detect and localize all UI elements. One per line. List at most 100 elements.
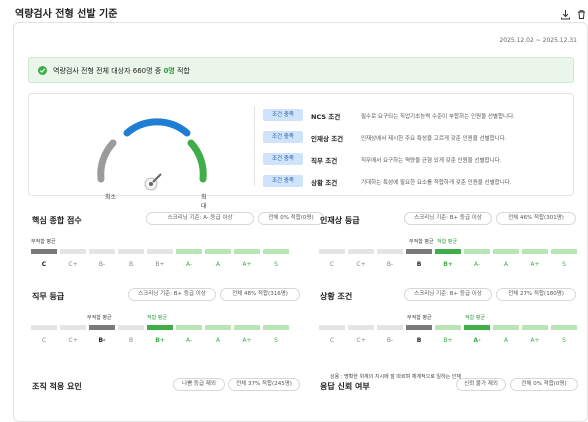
conditions-panel: 최소 최대 조건 충족 NCS 조건 필수로 요구되는 직업기초능력 수준이 부… [28, 93, 574, 210]
grade-segment-B- [89, 325, 115, 330]
grade-label: S [562, 261, 566, 268]
result-banner: 역량검사 전형 전체 대상자 660명 중 0명 적합 [28, 57, 574, 83]
screening-pill[interactable]: 신뢰 불가 제외 [456, 378, 506, 391]
fit-ratio-pill[interactable]: 전체 0% 적합(0명) [258, 212, 324, 225]
section-org-fit: 조직 적응 요인 나쁨 등급 제외 전체 37% 적합(245명) [28, 378, 300, 401]
page-title: 역량검사 전형 선발 기준 [15, 9, 118, 20]
avg-annotation: 부적합 평균 [87, 315, 112, 321]
grade-segment-A+ [522, 325, 548, 330]
grade-label: C+ [356, 261, 366, 268]
grade-segment-A [205, 325, 231, 330]
grade-segment-B [406, 325, 432, 330]
grade-label: B+ [443, 337, 453, 344]
avg-annotation: 부적합 평균 [407, 315, 432, 321]
gauge-max-label: 최대 [201, 194, 207, 210]
grade-segment-C [31, 249, 57, 254]
grade-label: C [41, 337, 47, 344]
grade-label: B+ [443, 261, 453, 268]
section-title: 조직 적응 요인 [32, 382, 82, 391]
grade-segment-A- [176, 249, 202, 254]
grade-label: A+ [530, 261, 540, 268]
trash-icon[interactable] [576, 5, 588, 19]
screening-pill[interactable]: 스크리닝 기준: B+ 등급 이상 [404, 288, 492, 301]
grade-label: C+ [68, 261, 78, 268]
grade-label: C [329, 261, 335, 268]
grade-segment-C [31, 325, 57, 330]
grade-segment-B [118, 249, 144, 254]
grade-label: B- [98, 337, 106, 344]
section-situation: 상황 조건 스크리닝 기준: B+ 등급 이상 전체 27% 적합(180명) … [316, 288, 588, 363]
grade-label: A- [185, 337, 193, 344]
screening-pill[interactable]: 스크리닝 기준: B+ 등급 이상 [404, 212, 492, 225]
grade-label: A- [473, 337, 481, 344]
grade-segment-B [118, 325, 144, 330]
grade-segment-B+ [435, 325, 461, 330]
section-title: 인재상 등급 [320, 216, 360, 225]
section-title: 응답 신뢰 여부 [320, 382, 370, 391]
grade-label: A [215, 261, 221, 268]
grade-label: C [41, 261, 47, 268]
fit-ratio-pill[interactable]: 전체 37% 적합(245명) [228, 378, 300, 391]
grade-label: B [128, 337, 134, 344]
screening-pill[interactable]: 나쁨 등급 제외 [173, 378, 225, 391]
download-icon[interactable] [560, 5, 572, 20]
grade-segment-A [493, 249, 519, 254]
condition-name: NCS 조건 [311, 113, 341, 121]
fit-count: 0명 [163, 67, 175, 75]
grade-label: B [128, 261, 134, 268]
grade-label: A [215, 337, 221, 344]
grade-label: A- [185, 261, 193, 268]
banner-text: 역량검사 전형 전체 대상자 660명 중 0명 적합 [53, 67, 190, 75]
grade-segment-A- [176, 325, 202, 330]
section-title: 핵심 종합 점수 [32, 216, 82, 225]
grade-segment-B- [377, 249, 403, 254]
grade-label: B- [386, 337, 394, 344]
grade-label: A+ [530, 337, 540, 344]
section-job-grade: 직무 등급 스크리닝 기준: B+ 등급 이상 전체 48% 적합(316명) … [28, 288, 300, 363]
grade-label: B [416, 261, 422, 268]
condition-desc: 직무에서 요구하는 역량을 균형 있게 갖춘 인원을 선별합니다. [361, 157, 502, 164]
gauge-min-label: 최소 [105, 194, 117, 201]
condition-name: 직무 조건 [311, 157, 338, 165]
screening-pill[interactable]: 스크리닝 기준: B+ 등급 이상 [128, 288, 216, 301]
fit-avg-annotation: 적합 평균 [465, 315, 485, 321]
grade-label: B- [386, 261, 394, 268]
grade-segment-B+ [435, 249, 461, 254]
section-talent-grade: 인재상 등급 스크리닝 기준: B+ 등급 이상 전체 46% 적합(301명)… [316, 212, 588, 287]
grade-label: S [562, 337, 566, 344]
grade-label: S [274, 261, 278, 268]
grade-segment-S [263, 325, 289, 330]
fit-ratio-pill[interactable]: 전체 0% 적합(0명) [510, 378, 578, 391]
grade-segment-A+ [234, 249, 260, 254]
section-core-score: 핵심 종합 점수 스크리닝 기준: A- 등급 이상 전체 0% 적합(0명) … [28, 212, 324, 287]
grade-segment-A+ [522, 249, 548, 254]
fit-ratio-pill[interactable]: 전체 46% 적합(301명) [496, 212, 576, 225]
grade-segment-B [406, 249, 432, 254]
grade-segment-A- [464, 325, 490, 330]
situation-note: 상용 : 명확한 위계의 지시에 잘 따르며 체계적으로 일하는 인재 [330, 374, 461, 380]
condition-desc: 인재상에서 제시한 주요 특성을 고르게 갖춘 인원을 선별합니다. [361, 135, 507, 142]
grade-segment-C+ [60, 325, 86, 330]
fit-ratio-pill[interactable]: 전체 27% 적합(180명) [496, 288, 576, 301]
grade-label: A- [473, 261, 481, 268]
condition-desc: 기대하는 특성에 필요한 요소를 적합하게 갖춘 인원을 선별합니다. [361, 179, 512, 186]
grade-label: B- [98, 261, 106, 268]
fit-avg-annotation: 적합 평균 [147, 315, 167, 321]
grade-segment-B- [377, 325, 403, 330]
condition-name: 인재상 조건 [311, 135, 344, 143]
avg-annotation: 부적합 평균 [409, 239, 434, 245]
screening-pill[interactable]: 스크리닝 기준: A- 등급 이상 [146, 212, 254, 225]
criteria-card: 2025.12.02 ~ 2025.12.31 역량검사 전형 전체 대상자 6… [13, 22, 588, 422]
grade-segment-S [551, 325, 577, 330]
grade-segment-S [263, 249, 289, 254]
grade-segment-A [493, 325, 519, 330]
avg-annotation: 부적합 평균 [31, 239, 56, 245]
grade-segment-C+ [60, 249, 86, 254]
grade-label: C+ [68, 337, 78, 344]
grade-segment-C [319, 249, 345, 254]
check-circle-icon [38, 66, 47, 75]
fit-ratio-pill[interactable]: 전체 48% 적합(316명) [220, 288, 300, 301]
grade-segment-B+ [147, 249, 173, 254]
grade-segment-A- [464, 249, 490, 254]
grade-label: C+ [356, 337, 366, 344]
